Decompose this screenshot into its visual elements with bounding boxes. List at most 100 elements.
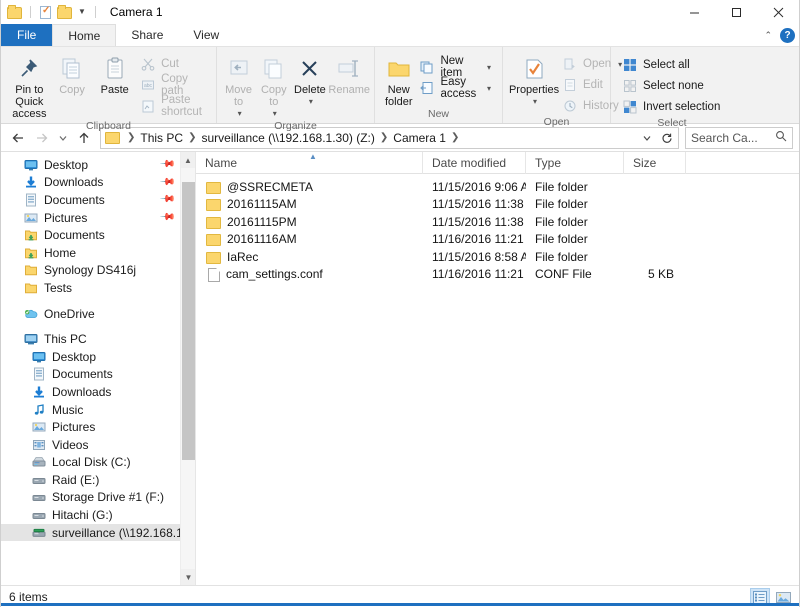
pin-icon[interactable]: 📌 — [158, 209, 175, 226]
sidebar-item-pictures-qa[interactable]: Pictures 📌 — [1, 209, 195, 227]
easy-access-button[interactable]: Easy access ▾ — [415, 76, 495, 100]
sidebar-item-downloads[interactable]: Downloads — [1, 383, 195, 401]
table-row[interactable]: cam_settings.conf 11/16/2016 11:21 ... C… — [196, 266, 799, 284]
sidebar-item-desktop[interactable]: Desktop — [1, 348, 195, 366]
sidebar-label: Pictures — [44, 210, 88, 225]
help-icon[interactable]: ? — [780, 27, 795, 43]
select-small-buttons: Select all Select none Invert selection — [618, 50, 724, 117]
folder-icon — [23, 280, 39, 296]
new-small-buttons: New item ▾ Easy access ▾ — [415, 50, 495, 100]
select-none-button[interactable]: Select none — [618, 76, 724, 96]
new-folder-button[interactable]: New folder — [382, 50, 415, 108]
quick-access-toolbar: ▼ — [1, 4, 100, 20]
navigation-scrollbar[interactable]: ▲ ▼ — [180, 152, 195, 585]
chevron-down-icon[interactable]: ▾ — [533, 96, 537, 108]
tab-share[interactable]: Share — [116, 24, 178, 46]
properties-button[interactable]: Properties ▾ — [509, 50, 559, 108]
nav-group-gap — [1, 297, 195, 305]
select-none-label: Select none — [643, 80, 704, 92]
copy-path-icon: abc — [140, 77, 156, 93]
table-row[interactable]: IaRec 11/15/2016 8:58 AM File folder — [196, 248, 799, 266]
chevron-down-icon[interactable]: ▾ — [273, 108, 277, 120]
sidebar-item-music[interactable]: Music — [1, 401, 195, 419]
sidebar-item-downloads-qa[interactable]: Downloads 📌 — [1, 174, 195, 192]
table-row[interactable]: 20161116AM 11/16/2016 11:21 ... File fol… — [196, 231, 799, 249]
folder-icon — [206, 199, 221, 212]
select-all-button[interactable]: Select all — [618, 55, 724, 75]
paste-shortcut-button[interactable]: Paste shortcut — [136, 94, 209, 118]
sidebar-item-documents[interactable]: Documents — [1, 366, 195, 384]
sidebar-item-synology-ds416j[interactable]: Synology DS416j — [1, 262, 195, 280]
scroll-up-icon[interactable]: ▲ — [181, 152, 195, 168]
pin-icon[interactable]: 📌 — [158, 174, 175, 191]
pin-to-quick-access-button[interactable]: Pin to Quick access — [8, 50, 51, 120]
file-list: @SSRECMETA 11/15/2016 9:06 AM File folde… — [196, 174, 799, 585]
file-date-cell: 11/16/2016 11:21 ... — [432, 267, 526, 282]
tab-view[interactable]: View — [178, 24, 234, 46]
sidebar-item-local-disk-c[interactable]: Local Disk (C:) — [1, 454, 195, 472]
pin-icon[interactable]: 📌 — [158, 157, 175, 174]
chevron-down-icon[interactable]: ▾ — [309, 96, 313, 108]
properties-icon[interactable] — [38, 4, 54, 20]
minimize-button[interactable] — [673, 0, 715, 24]
folder-icon — [23, 262, 39, 278]
sidebar-item-tests[interactable]: Tests — [1, 279, 195, 297]
table-row[interactable]: 20161115PM 11/15/2016 11:38 ... File fol… — [196, 213, 799, 231]
sidebar-item-desktop-qa[interactable]: Desktop 📌 — [1, 156, 195, 174]
chevron-down-icon[interactable]: ▾ — [487, 63, 491, 72]
copy-button[interactable]: Copy — [51, 50, 94, 96]
cut-label: Cut — [161, 58, 179, 70]
maximize-button[interactable] — [715, 0, 757, 24]
search-icon[interactable] — [775, 130, 787, 145]
file-name-cell: 20161116AM — [196, 232, 423, 247]
new-item-button[interactable]: New item ▾ — [415, 55, 495, 79]
scrollbar-thumb[interactable] — [182, 182, 195, 460]
sidebar-item-documents-qa[interactable]: Documents 📌 — [1, 191, 195, 209]
file-name-cell: cam_settings.conf — [196, 267, 423, 282]
copy-to-button[interactable]: Copy to ▾ — [256, 50, 291, 120]
sidebar-item-onedrive[interactable]: OneDrive — [1, 305, 195, 323]
chevron-down-icon[interactable]: ▼ — [76, 8, 88, 16]
sidebar-label: Downloads — [52, 384, 112, 399]
sidebar-item-pictures[interactable]: Pictures — [1, 418, 195, 436]
rename-button[interactable]: Rename — [328, 50, 370, 96]
title-bar: ▼ Camera 1 — [1, 0, 799, 24]
sidebar-item-home[interactable]: Home — [1, 244, 195, 262]
sidebar-item-raid-e[interactable]: Raid (E:) — [1, 471, 195, 489]
copy-path-button[interactable]: abc Copy path — [136, 73, 209, 97]
column-header-type[interactable]: Type — [526, 151, 624, 174]
table-row[interactable]: @SSRECMETA 11/15/2016 9:06 AM File folde… — [196, 178, 799, 196]
tab-file[interactable]: File — [1, 24, 53, 46]
sidebar-item-this-pc[interactable]: This PC — [1, 330, 195, 348]
qat-divider-2 — [94, 6, 96, 18]
chevron-down-icon[interactable]: ▾ — [238, 108, 242, 120]
file-name: IaRec — [227, 249, 259, 264]
file-name: @SSRECMETA — [227, 179, 313, 194]
sidebar-item-storage-drive-1-f[interactable]: Storage Drive #1 (F:) — [1, 489, 195, 507]
paste-button[interactable]: Paste — [93, 50, 136, 96]
sidebar-item-surveillance[interactable]: surveillance (\\192.168.1.30) (Z — [1, 523, 195, 542]
new-folder-icon[interactable] — [57, 4, 73, 20]
cut-button[interactable]: Cut — [136, 54, 209, 74]
pin-icon[interactable]: 📌 — [158, 192, 175, 209]
folder-icon[interactable] — [7, 4, 23, 20]
scroll-down-icon[interactable]: ▼ — [181, 569, 195, 585]
column-header-name[interactable]: ▲ Name — [196, 151, 423, 174]
svg-text:abc: abc — [144, 83, 153, 89]
delete-button[interactable]: Delete ▾ — [291, 50, 328, 108]
ribbon: Pin to Quick access Copy Paste Cut abc C… — [1, 46, 799, 132]
sidebar-item-documents-shared[interactable]: Documents — [1, 226, 195, 244]
invert-selection-button[interactable]: Invert selection — [618, 97, 724, 117]
collapse-ribbon-icon[interactable]: ⌃ — [764, 30, 772, 41]
column-header-date-modified[interactable]: Date modified — [423, 151, 526, 174]
column-header-size[interactable]: Size — [624, 151, 686, 174]
move-to-button[interactable]: Move to ▾ — [221, 50, 256, 120]
sidebar-item-videos[interactable]: Videos — [1, 436, 195, 454]
breadcrumb-item-camera-1[interactable]: Camera 1 — [393, 131, 446, 145]
table-row[interactable]: 20161115AM 11/15/2016 11:38 ... File fol… — [196, 196, 799, 214]
sidebar-item-hitachi-g[interactable]: Hitachi (G:) — [1, 506, 195, 524]
this-pc-icon — [23, 331, 39, 347]
tab-home[interactable]: Home — [52, 24, 117, 46]
close-button[interactable] — [757, 0, 799, 24]
chevron-down-icon[interactable]: ▾ — [487, 84, 491, 93]
